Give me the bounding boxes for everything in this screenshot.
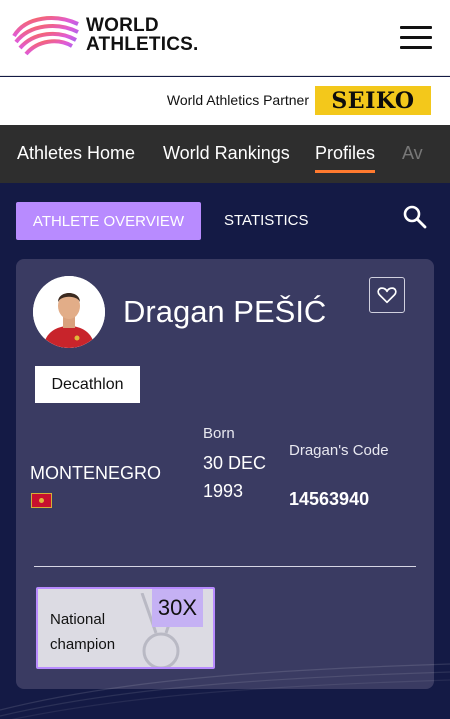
decorative-swoosh bbox=[0, 663, 450, 719]
hamburger-menu-icon[interactable] bbox=[400, 26, 432, 50]
brand-line-1: WORLD bbox=[86, 15, 159, 36]
athlete-card: Dragan PEŠIĆ Decathlon MONTENEGRO Born 3… bbox=[16, 259, 434, 689]
born-value: 30 DEC 1993 bbox=[203, 453, 267, 501]
athlete-avatar bbox=[33, 276, 105, 348]
brand-wordmark[interactable]: WORLD ATHLETICS. bbox=[86, 16, 198, 54]
athlete-code-label: Dragan's Code bbox=[289, 442, 389, 459]
search-icon[interactable] bbox=[402, 204, 428, 230]
favorite-button[interactable] bbox=[369, 277, 405, 313]
heart-icon bbox=[377, 287, 397, 304]
divider bbox=[34, 566, 416, 567]
athlete-name: Dragan PEŠIĆ bbox=[123, 294, 327, 329]
nav-profiles[interactable]: Profiles bbox=[315, 143, 376, 173]
tab-statistics[interactable]: STATISTICS bbox=[224, 212, 308, 229]
tab-athlete-overview[interactable]: ATHLETE OVERVIEW bbox=[16, 202, 201, 240]
born-label: Born bbox=[203, 425, 235, 442]
world-athletics-logo[interactable] bbox=[12, 12, 82, 58]
athlete-code-value: 14563940 bbox=[289, 489, 370, 509]
partner-bar: World Athletics Partner SEIKO bbox=[0, 77, 450, 125]
seiko-logo[interactable]: SEIKO bbox=[315, 86, 431, 115]
nav-item-truncated[interactable]: Av bbox=[402, 143, 423, 164]
partner-text: World Athletics Partner bbox=[166, 92, 309, 108]
discipline-tag[interactable]: Decathlon bbox=[35, 366, 140, 403]
brand-line-2: ATHLETICS. bbox=[86, 34, 199, 55]
montenegro-flag bbox=[31, 493, 52, 508]
nav-athletes-home[interactable]: Athletes Home bbox=[17, 143, 135, 164]
main-nav: Athletes Home World Rankings Profiles Av bbox=[0, 125, 450, 183]
honour-count: 30X bbox=[151, 589, 203, 627]
athlete-country: MONTENEGRO bbox=[30, 463, 162, 483]
site-header: WORLD ATHLETICS. bbox=[0, 0, 450, 76]
nav-world-rankings[interactable]: World Rankings bbox=[163, 143, 290, 164]
